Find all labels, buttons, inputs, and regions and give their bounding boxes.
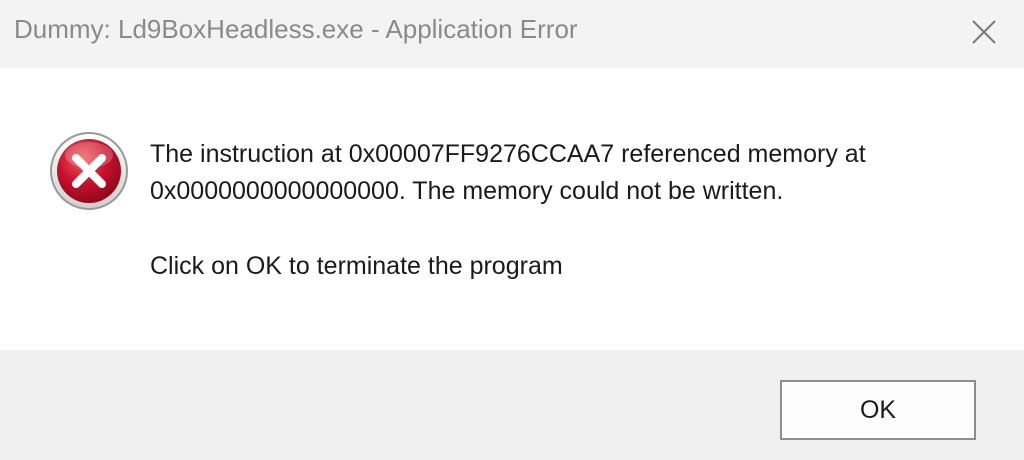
message-instruction: Click on OK to terminate the program — [150, 252, 563, 280]
ok-button[interactable]: OK — [780, 380, 976, 440]
message-line-1: The instruction at 0x00007FF9276CCAA7 re… — [150, 140, 866, 168]
error-icon — [50, 132, 128, 210]
error-message: The instruction at 0x00007FF9276CCAA7 re… — [150, 136, 990, 285]
title-bar: Dummy: Ld9BoxHeadless.exe - Application … — [0, 0, 1024, 68]
message-area: The instruction at 0x00007FF9276CCAA7 re… — [0, 68, 1024, 350]
close-icon — [972, 20, 996, 44]
button-bar: OK — [0, 350, 1024, 460]
message-line-2: 0x0000000000000000. The memory could not… — [150, 177, 784, 205]
error-dialog: Dummy: Ld9BoxHeadless.exe - Application … — [0, 0, 1024, 460]
window-title: Dummy: Ld9BoxHeadless.exe - Application … — [14, 14, 578, 44]
close-button[interactable] — [956, 6, 1012, 58]
